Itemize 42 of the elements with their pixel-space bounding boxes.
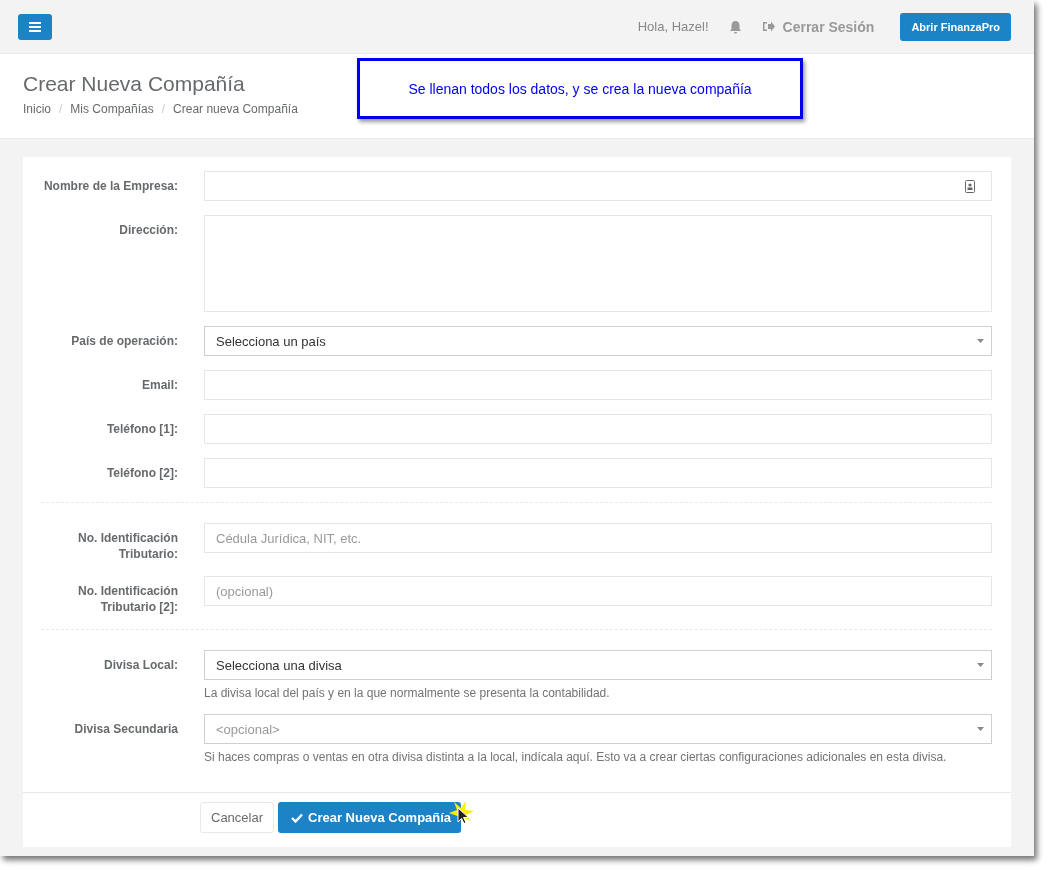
field-label: Email: (141, 377, 179, 394)
bell-icon[interactable] (728, 19, 742, 34)
caret-icon (977, 727, 984, 731)
field-label: Nombre de la Empresa: (42, 178, 179, 195)
menu-icon (29, 21, 41, 32)
input-field[interactable] (204, 370, 992, 400)
breadcrumb-link[interactable]: Crear nueva Compañía (173, 102, 298, 116)
contact-card-icon (965, 179, 975, 193)
caret-icon (977, 339, 984, 343)
select-dropdown[interactable]: <opcional> (204, 714, 992, 744)
greeting-text: Hola, Hazel! (637, 19, 709, 34)
create-company-button[interactable]: Crear Nueva Compañía (278, 802, 462, 833)
breadcrumb-link[interactable]: Inicio (23, 102, 51, 116)
text-area[interactable] (204, 215, 992, 312)
field-label: No. Identificación Tributario [2]: (77, 583, 179, 615)
field-label: Dirección: (118, 222, 179, 239)
annotation-callout: Se llenan todos los datos, y se crea la nueva compañía (357, 58, 803, 119)
cancel-button[interactable]: Cancelar (200, 802, 275, 833)
input-field[interactable]: (opcional) (204, 576, 992, 606)
field-label: Teléfono [1]: (105, 421, 179, 438)
menu-button[interactable] (18, 13, 52, 40)
select-dropdown[interactable]: Selecciona una divisa (204, 650, 992, 680)
field-label: No. Identificación Tributario: (77, 530, 179, 562)
help-text: La divisa local del país y en la que normalmente se presenta la contabilidad. (204, 686, 611, 700)
help-text: Si haces compras o ventas en otra divisa distinta a la local, indícala aquí. Esto va a crear ciertas configuraciones adicionales en esta divisa. (204, 750, 948, 764)
field-label: Teléfono [2]: (105, 465, 179, 482)
field-label: Divisa Secundaria (73, 721, 179, 738)
page-title: Crear Nueva Compañía (23, 72, 245, 96)
input-field[interactable] (204, 414, 992, 444)
select-dropdown[interactable]: Selecciona un país (204, 326, 992, 356)
breadcrumb-link[interactable]: Mis Compañías (70, 102, 154, 116)
breadcrumb-separator: / (161, 102, 166, 116)
caret-icon (977, 663, 984, 667)
input-field[interactable] (204, 458, 992, 488)
sign-out-icon (761, 21, 775, 32)
input-field[interactable] (204, 171, 992, 201)
field-label: Divisa Local: (102, 657, 179, 674)
check-icon (291, 812, 304, 823)
open-app-button[interactable]: Abrir FinanzaPro (900, 12, 1011, 41)
breadcrumb-separator: / (59, 102, 63, 116)
input-field[interactable]: Cédula Jurídica, NIT, etc. (204, 523, 992, 553)
field-label: País de operación: (70, 333, 179, 350)
